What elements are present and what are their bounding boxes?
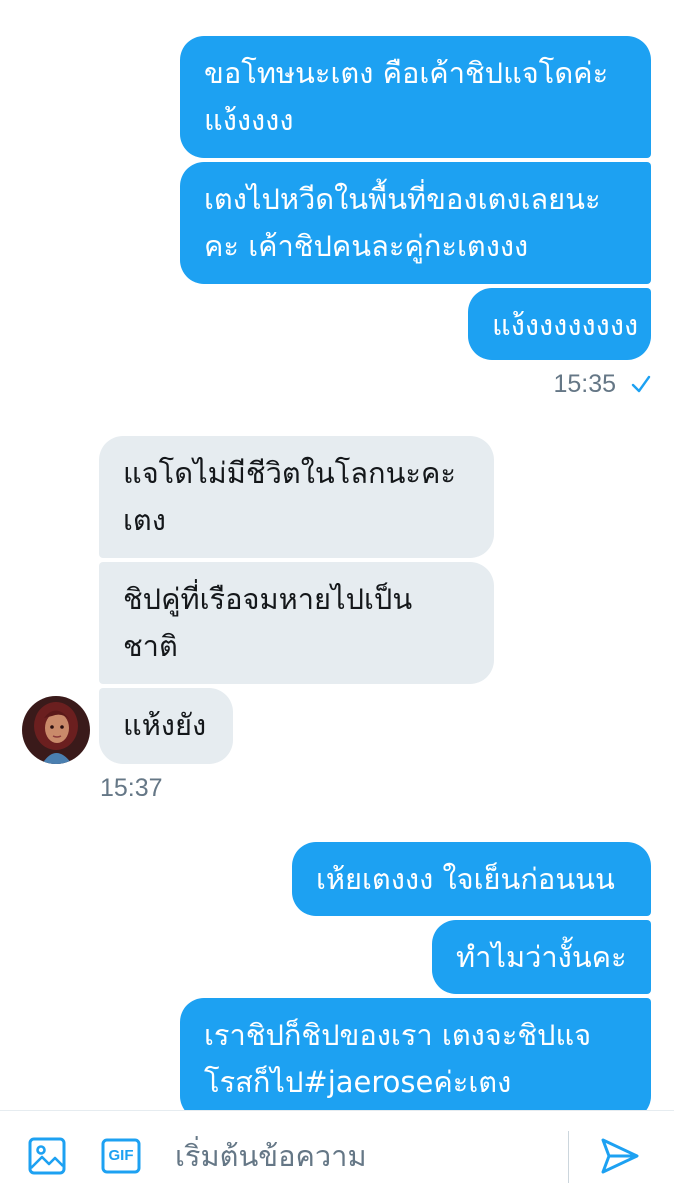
message-timestamp: 15:35 — [553, 370, 651, 399]
message-line: ชิปคู่ที่เรือจมหายไปเป็น — [123, 582, 413, 616]
message-timestamp: 15:37 — [100, 774, 163, 803]
time-text: 15:37 — [100, 774, 163, 802]
message-input[interactable]: เริ่มต้นข้อความ — [175, 1133, 367, 1179]
time-text: 15:35 — [553, 370, 617, 398]
avatar-image — [22, 696, 90, 764]
message-line: เตง — [123, 503, 166, 537]
gif-button[interactable]: GIF — [101, 1138, 141, 1178]
gif-label: GIF — [108, 1147, 134, 1164]
outgoing-message[interactable]: ทำไมว่างั้นคะ — [432, 920, 651, 994]
outgoing-message[interactable]: เห้ยเตงงง ใจเย็นก่อนนน — [292, 842, 651, 916]
message-line: แง้งงงงงงงง — [492, 308, 639, 342]
checkmark-icon — [631, 375, 651, 393]
message-line: แห้งยัง — [123, 708, 207, 742]
incoming-message[interactable]: แห้งยัง — [99, 688, 233, 764]
message-line: เห้ยเตงงง ใจเย็นก่อนนน — [316, 862, 615, 896]
send-icon — [601, 1138, 639, 1174]
incoming-message[interactable]: แจโดไม่มีชีวิตในโลกนะคะ เตง — [99, 436, 494, 558]
outgoing-message[interactable]: ขอโทษนะเตง คือเค้าชิปแจโดค่ะ แง้งงงง — [180, 36, 651, 158]
avatar[interactable] — [22, 696, 90, 764]
message-line: ขอโทษนะเตง คือเค้าชิปแจโดค่ะ — [204, 56, 609, 90]
outgoing-message[interactable]: แง้งงงงงงงง — [468, 288, 651, 360]
input-placeholder: เริ่มต้นข้อความ — [175, 1139, 367, 1173]
outgoing-message[interactable]: เราชิปก็ชิปของเรา เตงจะชิปแจ โรสก็ไป#jae… — [180, 998, 651, 1120]
message-line: ชาติ — [123, 629, 178, 663]
message-line: แง้งงงง — [204, 103, 294, 137]
incoming-message[interactable]: ชิปคู่ที่เรือจมหายไปเป็น ชาติ — [99, 562, 494, 684]
message-composer: GIF เริ่มต้นข้อความ — [0, 1110, 674, 1201]
message-line: คะ เค้าชิปคนละคู่กะเตงงง — [204, 229, 529, 263]
image-button[interactable] — [28, 1137, 66, 1179]
message-line: เราชิปก็ชิปของเรา เตงจะชิปแจ — [204, 1018, 592, 1052]
send-button[interactable] — [600, 1137, 640, 1179]
outgoing-message[interactable]: เตงไปหวีดในพื้นที่ของเตงเลยนะ คะ เค้าชิป… — [180, 162, 651, 284]
message-line: แจโดไม่มีชีวิตในโลกนะคะ — [123, 456, 456, 490]
message-line: ทำไมว่างั้นคะ — [456, 940, 627, 974]
image-icon — [28, 1137, 66, 1175]
message-line: เตงไปหวีดในพื้นที่ของเตงเลยนะ — [204, 182, 601, 216]
composer-divider — [568, 1131, 569, 1183]
message-line: โรสก็ไป#jaeroseค่ะเตง — [204, 1065, 512, 1099]
